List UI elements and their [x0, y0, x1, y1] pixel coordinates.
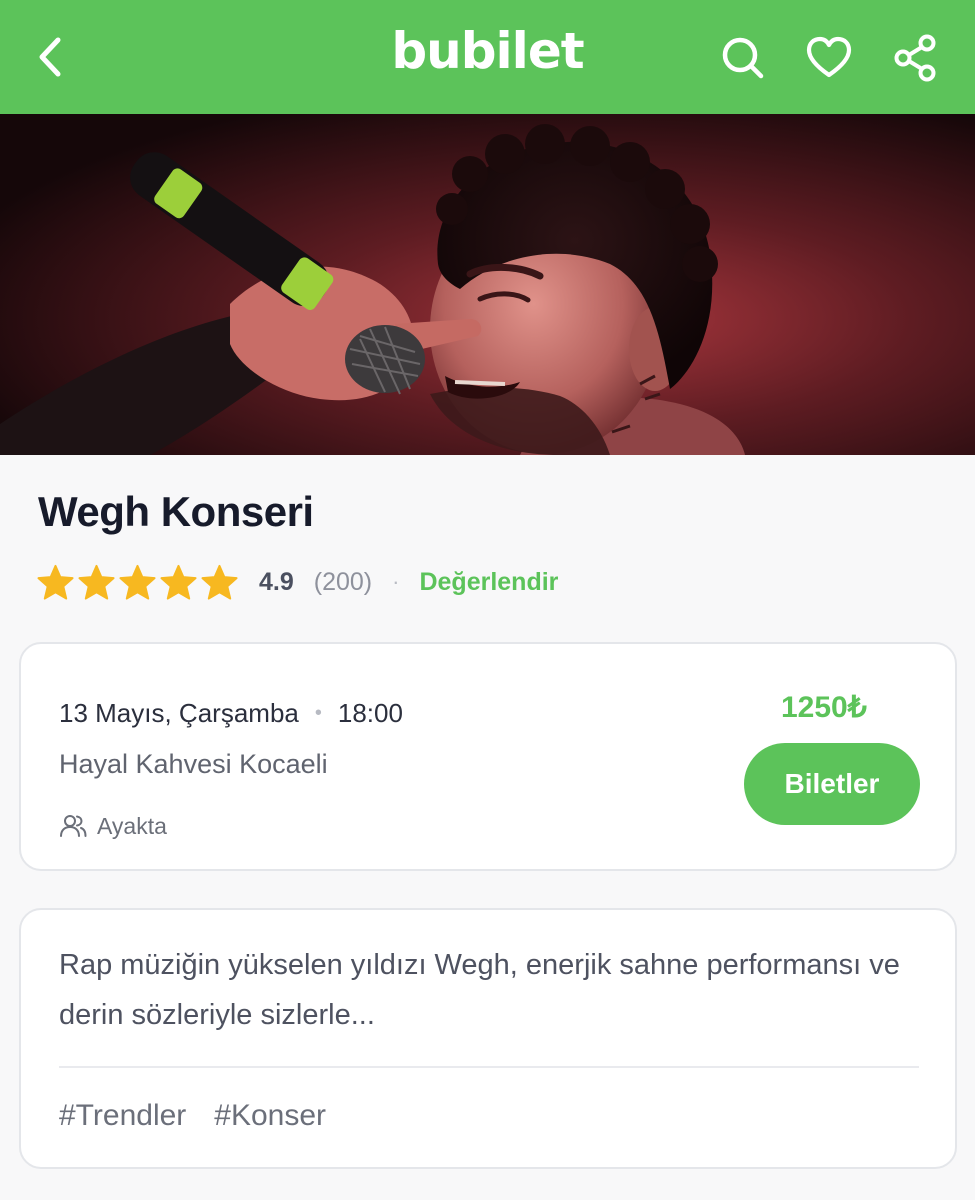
star-icon [160, 564, 197, 600]
rate-link[interactable]: Değerlendir [419, 568, 558, 597]
tag-konser[interactable]: #Konser [214, 1099, 326, 1133]
tag-trendler[interactable]: #Trendler [59, 1099, 186, 1133]
divider [59, 1066, 919, 1068]
rating-score: 4.9 [259, 567, 294, 596]
venue-name: Hayal Kahvesi Kocaeli [59, 749, 328, 779]
rating-row: 4.9 (200) · Değerlendir [36, 560, 558, 604]
people-icon [60, 815, 87, 837]
date-separator: • [314, 702, 322, 724]
tickets-button[interactable]: Biletler [744, 743, 920, 825]
star-icon [201, 564, 238, 600]
event-description: Rap müziğin yükselen yıldızı Wegh, enerj… [59, 949, 900, 1031]
concert-photo [0, 114, 975, 455]
event-hero-image [0, 114, 975, 455]
share-button[interactable] [887, 30, 943, 86]
back-button[interactable] [26, 28, 78, 86]
star-icon [78, 564, 115, 600]
event-title: Wegh Konseri [38, 488, 314, 535]
star-icon [37, 564, 74, 600]
share-icon [894, 34, 936, 82]
seating-type: Ayakta [59, 809, 167, 843]
search-button[interactable] [715, 30, 771, 86]
star-icon [119, 564, 156, 600]
back-arrow-icon [39, 37, 61, 77]
event-date: 13 Mayıs, Çarşamba [59, 698, 299, 728]
session-card: 13 Mayıs, Çarşamba • 18:00 Hayal Kahvesi… [19, 642, 957, 871]
ticket-price: 1250₺ [781, 691, 867, 724]
top-app-bar: bubilet [0, 0, 975, 114]
star-rating [36, 563, 239, 602]
event-time: 18:00 [337, 698, 403, 728]
description-card: Rap müziğin yükselen yıldızı Wegh, enerj… [19, 908, 957, 1169]
rating-separator: · [392, 569, 400, 594]
favorite-button[interactable] [801, 30, 857, 86]
rating-count: (200) [313, 567, 373, 596]
tag-list: #Trendler #Konser [59, 1099, 326, 1133]
date-time-row: 13 Mayıs, Çarşamba • 18:00 [59, 698, 403, 729]
heart-icon [806, 36, 852, 78]
seating-label: Ayakta [97, 812, 167, 839]
search-icon [722, 37, 764, 79]
